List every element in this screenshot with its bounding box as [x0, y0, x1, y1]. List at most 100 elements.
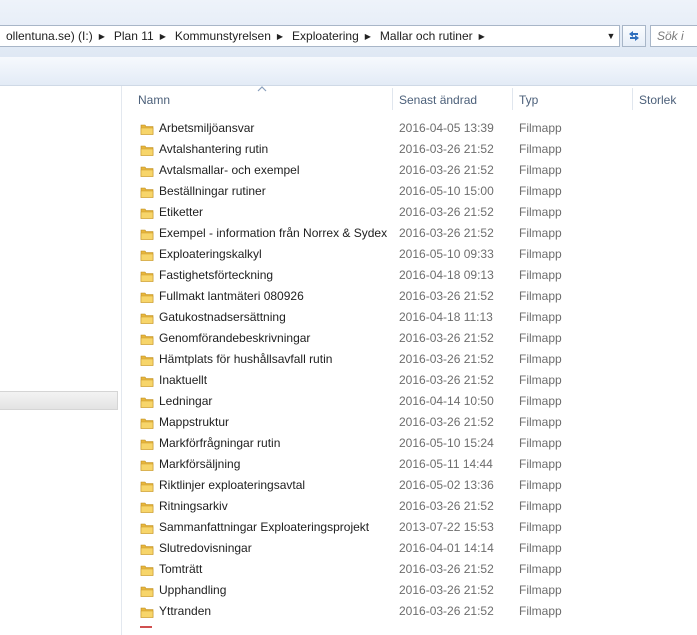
list-item[interactable]: Slutredovisningar 2016-04-01 14:14 Filmapp: [135, 538, 695, 559]
search-input[interactable]: Sök i: [650, 25, 697, 47]
file-name: Gatukostnadsersättning: [159, 310, 286, 324]
file-type: Filmapp: [519, 121, 562, 135]
breadcrumb-item[interactable]: Plan 11: [108, 29, 157, 43]
folder-icon: [140, 500, 154, 514]
folder-icon: [140, 605, 154, 619]
column-header-date[interactable]: Senast ändrad: [399, 86, 477, 112]
folder-icon: [140, 227, 154, 241]
file-date: 2016-03-26 21:52: [399, 562, 494, 576]
folder-icon: [140, 416, 154, 430]
file-name: Mappstruktur: [159, 415, 230, 429]
file-date: 2016-03-26 21:52: [399, 142, 494, 156]
file-type: Filmapp: [519, 562, 562, 576]
file-type: Filmapp: [519, 415, 562, 429]
file-type: Filmapp: [519, 541, 562, 555]
file-date: 2016-05-10 09:33: [399, 247, 494, 261]
list-item[interactable]: Genomförandebeskrivningar 2016-03-26 21:5…: [135, 328, 695, 349]
column-header-name[interactable]: Namn: [138, 86, 170, 112]
file-name: Exempel - information från Norrex & Syde…: [159, 226, 388, 240]
refresh-button[interactable]: [622, 25, 646, 47]
breadcrumb-arrow-icon[interactable]: ▶: [96, 32, 108, 41]
file-name: Yttranden: [159, 604, 212, 618]
list-item[interactable]: Tomträtt 2016-03-26 21:52 Filmapp: [135, 559, 695, 580]
folder-icon: [140, 248, 154, 262]
column-header-type[interactable]: Typ: [519, 86, 538, 112]
breadcrumb-item[interactable]: Kommunstyrelsen: [169, 29, 274, 43]
folder-icon: [140, 353, 154, 367]
list-item[interactable]: Ritningsarkiv 2016-03-26 21:52 Filmapp: [135, 496, 695, 517]
breadcrumb-arrow-icon[interactable]: ▶: [476, 32, 488, 41]
file-date: 2013-07-22 15:53: [399, 520, 494, 534]
breadcrumb-item[interactable]: Mallar och rutiner: [374, 29, 476, 43]
list-item[interactable]: Riktlinjer exploateringsavtal 2016-05-02 …: [135, 475, 695, 496]
list-item[interactable]: Avtalshantering rutin 2016-03-26 21:52 Fil…: [135, 139, 695, 160]
list-item[interactable]: Fullmakt lantmäteri 080926 2016-03-26 21:…: [135, 286, 695, 307]
file-type: Filmapp: [519, 478, 562, 492]
file-date: 2016-04-18 11:13: [399, 310, 493, 324]
folder-icon: [140, 311, 154, 325]
folder-icon: [140, 185, 154, 199]
file-name: Tomträtt: [159, 562, 203, 576]
breadcrumb-item[interactable]: ollentuna.se) (I:): [0, 29, 96, 43]
file-type: Filmapp: [519, 184, 562, 198]
list-item[interactable]: Markförfrågningar rutin 2016-05-10 15:24 F…: [135, 433, 695, 454]
breadcrumb-arrow-icon[interactable]: ▶: [362, 32, 374, 41]
list-item[interactable]: Mappstruktur 2016-03-26 21:52 Filmapp: [135, 412, 695, 433]
list-item[interactable]: Ledningar 2016-04-14 10:50 Filmapp: [135, 391, 695, 412]
nav-pane-selected-item[interactable]: [0, 391, 118, 410]
list-item[interactable]: Exempel - information från Norrex & Syde…: [135, 223, 695, 244]
file-type: Filmapp: [519, 310, 562, 324]
file-date: 2016-05-11 14:44: [399, 457, 493, 471]
folder-icon: [140, 269, 154, 283]
file-name: Sammanfattningar Exploateringsprojekt: [159, 520, 370, 534]
list-item[interactable]: Upphandling 2016-03-26 21:52 Filmapp: [135, 580, 695, 601]
list-item[interactable]: Etiketter 2016-03-26 21:52 Filmapp: [135, 202, 695, 223]
partial-next-item: [140, 626, 152, 634]
folder-icon: [140, 374, 154, 388]
file-date: 2016-03-26 21:52: [399, 289, 494, 303]
column-divider[interactable]: [632, 88, 633, 110]
file-date: 2016-03-26 21:52: [399, 499, 494, 513]
list-item[interactable]: Arbetsmiljöansvar 2016-04-05 13:39 Filmapp: [135, 118, 695, 139]
breadcrumb-arrow-icon[interactable]: ▶: [274, 32, 286, 41]
file-type: Filmapp: [519, 520, 562, 534]
file-date: 2016-03-26 21:52: [399, 205, 494, 219]
file-name: Exploateringskalkyl: [159, 247, 262, 261]
list-item[interactable]: Yttranden 2016-03-26 21:52 Filmapp: [135, 601, 695, 622]
folder-icon: [140, 584, 154, 598]
file-name: Ritningsarkiv: [159, 499, 228, 513]
address-dropdown-icon[interactable]: ▼: [603, 26, 619, 46]
file-name: Etiketter: [159, 205, 204, 219]
refresh-icon: [629, 31, 639, 41]
file-type: Filmapp: [519, 205, 562, 219]
sort-ascending-icon: [257, 86, 267, 92]
address-breadcrumb[interactable]: ollentuna.se) (I:) ▶ Plan 11 ▶ Kommunstyrels…: [0, 25, 620, 47]
folder-icon: [140, 122, 154, 136]
list-item[interactable]: Hämtplats för hushållsavfall rutin 2016-0…: [135, 349, 695, 370]
list-item[interactable]: Exploateringskalkyl 2016-05-10 09:33 Filma…: [135, 244, 695, 265]
file-name: Genomförandebeskrivningar: [159, 331, 311, 345]
file-date: 2016-03-26 21:52: [399, 352, 494, 366]
breadcrumb-item[interactable]: Exploatering: [286, 29, 362, 43]
file-date: 2016-05-10 15:00: [399, 184, 494, 198]
list-item[interactable]: Inaktuellt 2016-03-26 21:52 Filmapp: [135, 370, 695, 391]
folder-icon: [140, 143, 154, 157]
navigation-pane[interactable]: [0, 86, 122, 635]
file-date: 2016-03-26 21:52: [399, 226, 494, 240]
list-item[interactable]: Markförsäljning 2016-05-11 14:44 Filmapp: [135, 454, 695, 475]
file-name: Markförfrågningar rutin: [159, 436, 281, 450]
folder-icon: [140, 542, 154, 556]
list-item[interactable]: Beställningar rutiner 2016-05-10 15:00 Fil…: [135, 181, 695, 202]
file-type: Filmapp: [519, 142, 562, 156]
list-item[interactable]: Sammanfattningar Exploateringsprojekt 201…: [135, 517, 695, 538]
list-item[interactable]: Avtalsmallar- och exempel 2016-03-26 21:5…: [135, 160, 695, 181]
folder-icon: [140, 164, 154, 178]
folder-icon: [140, 206, 154, 220]
column-header-size[interactable]: Storlek: [639, 86, 676, 112]
list-item[interactable]: Fastighetsförteckning 2016-04-18 09:13 Fil…: [135, 265, 695, 286]
folder-icon: [140, 563, 154, 577]
list-item[interactable]: Gatukostnadsersättning 2016-04-18 11:13 Fi…: [135, 307, 695, 328]
column-divider[interactable]: [392, 88, 393, 110]
column-divider[interactable]: [512, 88, 513, 110]
breadcrumb-arrow-icon[interactable]: ▶: [157, 32, 169, 41]
